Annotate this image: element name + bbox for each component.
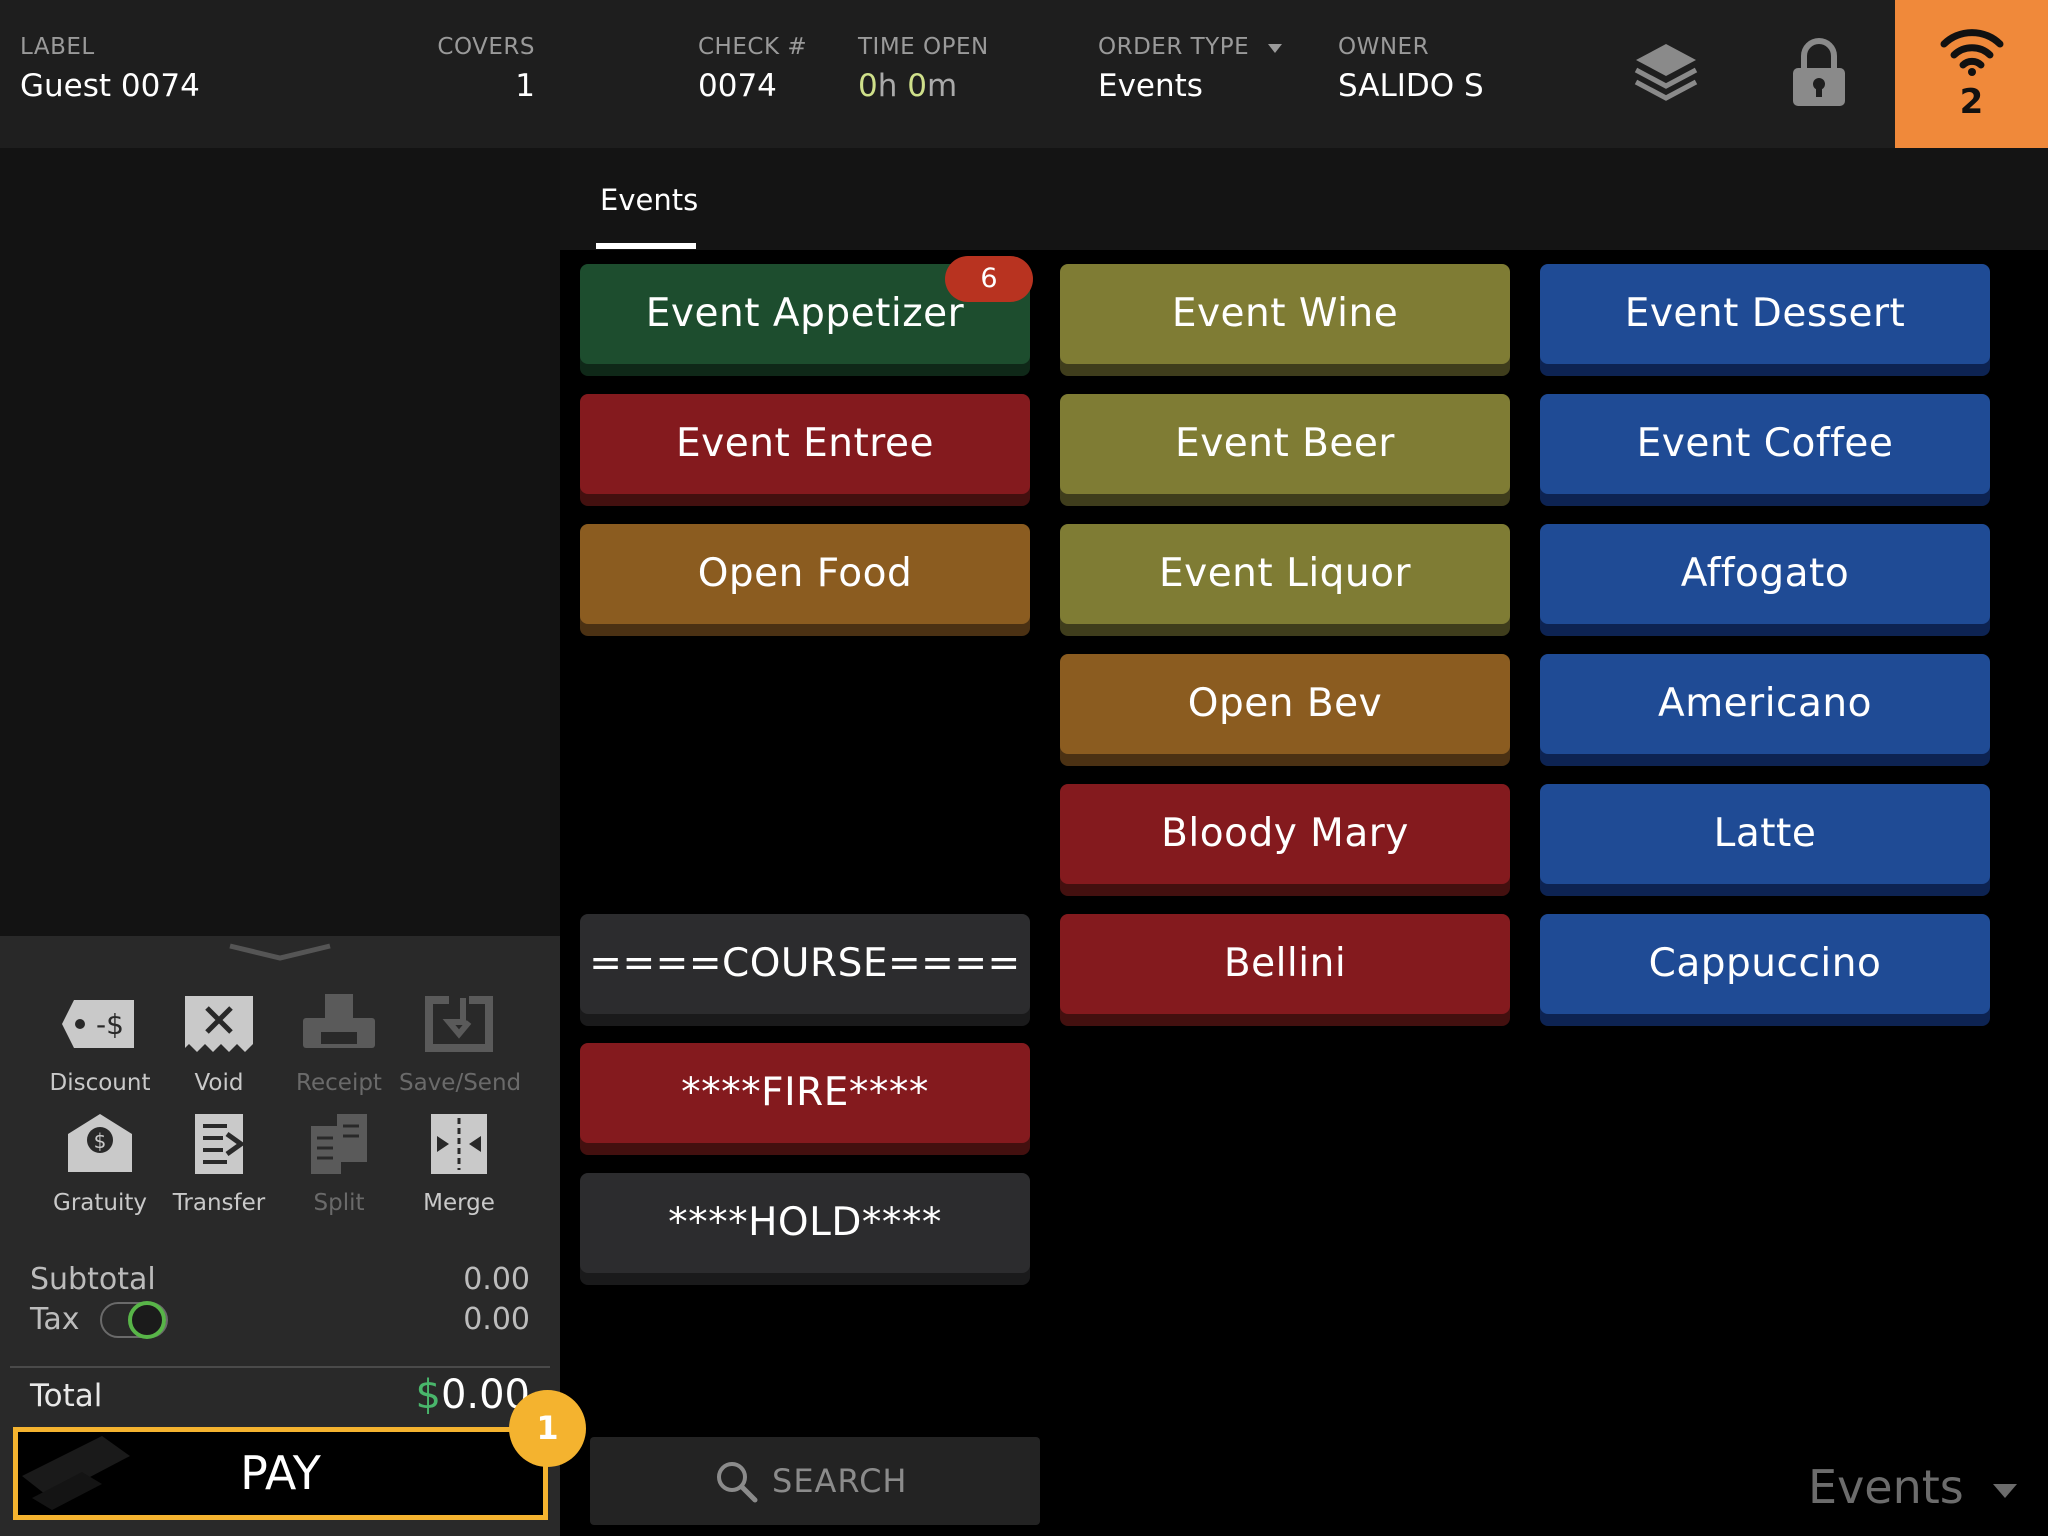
covers-value: 1 [515,68,535,104]
check-title: CHECK # [698,34,808,60]
void-label: Void [194,1070,244,1096]
total-currency: $ [415,1372,441,1418]
time-hours-unit: h [877,68,898,104]
item-open-food[interactable]: Open Food [580,524,1030,624]
layers-icon[interactable] [1633,40,1699,106]
label-value: Guest 0074 [20,68,200,104]
lock-icon[interactable] [1790,38,1848,108]
check-value: 0074 [698,68,777,104]
total-value: $0.00 [300,1372,530,1418]
discount-tag-icon: -$ [62,1000,134,1048]
order-type-value: Events [1098,68,1203,104]
receipt-label: Receipt [296,1070,382,1096]
collapse-chevron-icon[interactable] [228,942,332,962]
item-bellini[interactable]: Bellini [1060,914,1510,1014]
item-event-beer[interactable]: Event Beer [1060,394,1510,494]
gratuity-button[interactable]: $ Gratuity [40,1112,160,1216]
subtotal-value: 0.00 [463,1262,530,1297]
owner-title: OWNER [1338,34,1430,60]
merge-button[interactable]: Merge [399,1112,519,1216]
item-count-badge: 6 [945,256,1033,302]
transfer-label: Transfer [172,1190,266,1216]
active-tab-indicator [596,243,696,249]
merge-icon [431,1114,487,1174]
merge-label: Merge [423,1190,495,1216]
save-send-icon [425,996,493,1052]
tax-label: Tax [30,1302,80,1337]
discount-button[interactable]: -$ Discount [40,992,160,1096]
receipt-button[interactable]: Receipt [279,992,399,1096]
order-type-dropdown[interactable]: ORDER TYPE Events [1098,34,1283,104]
time-minutes: 0 [907,68,927,104]
tax-toggle[interactable] [100,1301,168,1339]
step-badge: 1 [509,1390,586,1467]
item-cappuccino[interactable]: Cappuccino [1540,914,1990,1014]
menu-selector-label: Events [1808,1460,1964,1514]
item-americano[interactable]: Americano [1540,654,1990,754]
item-latte[interactable]: Latte [1540,784,1990,884]
tab-events[interactable]: Events [600,183,698,217]
discount-label: Discount [49,1070,151,1096]
item-event-wine[interactable]: Event Wine [1060,264,1510,364]
wifi-icon [1940,29,2004,76]
time-open-field: TIME OPEN 0h 0m [858,34,989,104]
split-label: Split [313,1190,365,1216]
tax-toggle-knob [128,1301,166,1339]
svg-text:$: $ [94,1129,107,1153]
label-title: LABEL [20,34,95,60]
caret-down-icon [1267,44,1282,53]
subtotal-label: Subtotal [30,1262,156,1297]
caret-down-icon [1993,1483,2018,1498]
void-receipt-icon [185,996,253,1052]
search-placeholder: SEARCH [772,1462,908,1500]
save-send-button[interactable]: Save/Send [399,992,522,1096]
time-open-title: TIME OPEN [858,34,989,60]
item-event-liquor[interactable]: Event Liquor [1060,524,1510,624]
gratuity-label: Gratuity [53,1190,147,1216]
split-button[interactable]: Split [279,1112,399,1216]
search-icon [717,1462,758,1503]
order-items-list[interactable] [0,148,560,936]
item-course[interactable]: ====COURSE==== [580,914,1030,1014]
split-icon [311,1114,367,1174]
time-minutes-unit: m [926,68,958,104]
item-open-bev[interactable]: Open Bev [1060,654,1510,754]
total-label: Total [30,1378,103,1414]
alert-count: 2 [1959,82,1984,122]
item-event-entree[interactable]: Event Entree [580,394,1030,494]
time-hours: 0 [858,68,878,104]
item-event-dessert[interactable]: Event Dessert [1540,264,1990,364]
menu-tab-bar [560,148,2048,250]
void-button[interactable]: Void [159,992,279,1096]
item-affogato[interactable]: Affogato [1540,524,1990,624]
covers-title: COVERS [437,34,535,60]
total-divider [10,1366,550,1368]
gratuity-envelope-icon: $ [68,1114,132,1172]
item-fire[interactable]: ****FIRE**** [580,1043,1030,1143]
covers-field[interactable]: COVERS 1 [420,34,535,104]
transfer-button[interactable]: Transfer [159,1112,279,1216]
network-status-button[interactable]: 2 [1895,0,2048,148]
label-field[interactable]: LABEL Guest 0074 [20,34,200,104]
owner-field[interactable]: OWNER SALIDO S [1338,34,1484,104]
order-type-title-text: ORDER TYPE [1098,34,1250,60]
transfer-icon [195,1114,246,1174]
search-field[interactable]: SEARCH [590,1437,1040,1525]
item-bloody-mary[interactable]: Bloody Mary [1060,784,1510,884]
tax-value: 0.00 [463,1302,530,1337]
check-number-field: CHECK # 0074 [698,34,807,104]
item-hold[interactable]: ****HOLD**** [580,1173,1030,1273]
pay-button[interactable]: PAY [13,1427,548,1520]
pay-label: PAY [240,1446,321,1500]
item-event-coffee[interactable]: Event Coffee [1540,394,1990,494]
menu-selector-dropdown[interactable]: Events [1808,1460,2018,1514]
order-type-title: ORDER TYPE [1098,34,1283,60]
svg-text:-$: -$ [96,1008,124,1041]
header-bar: LABEL Guest 0074 COVERS 1 CHECK # 0074 T… [0,0,2048,148]
time-open-value: 0h 0m [858,68,989,104]
printer-icon [303,994,375,1048]
owner-value: SALIDO S [1338,68,1484,104]
save-send-label: Save/Send [399,1070,522,1096]
